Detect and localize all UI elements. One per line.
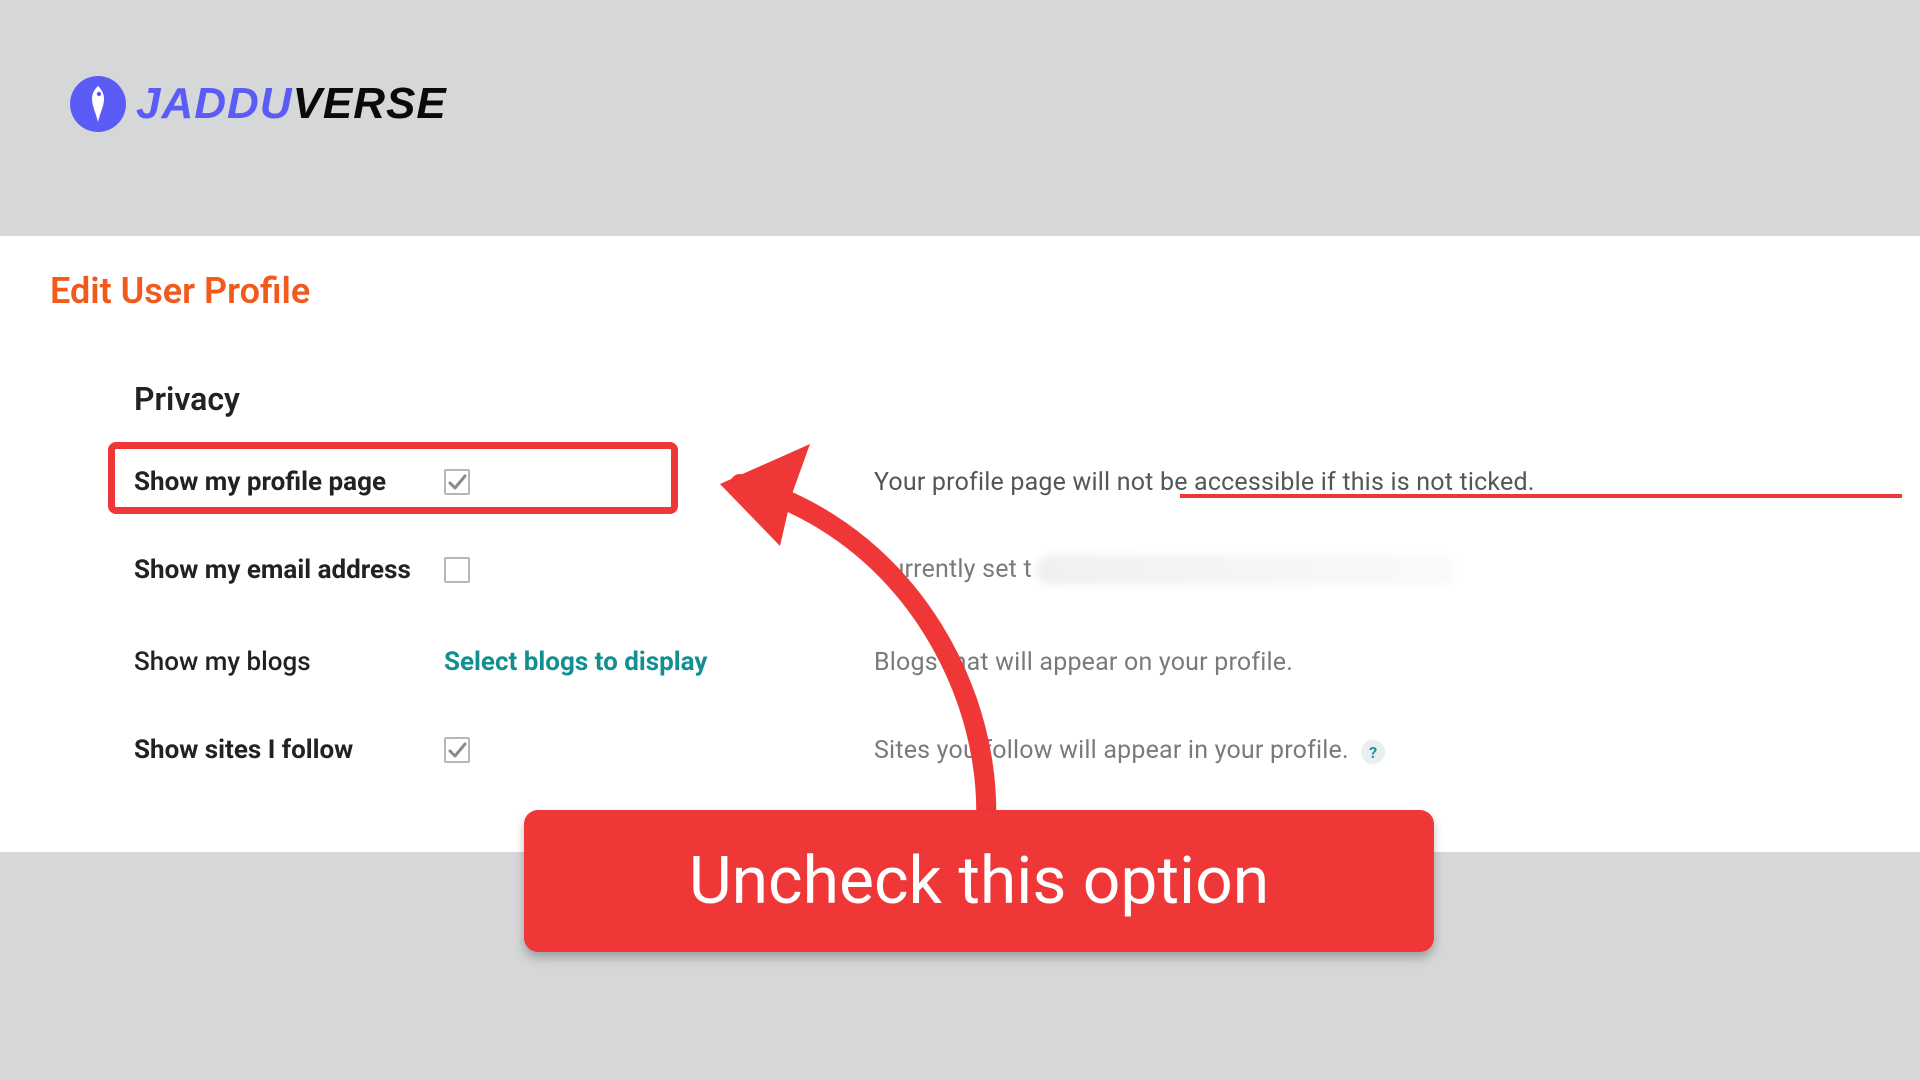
desc-show-blogs: Blogs that will appear on your profile. — [874, 648, 1880, 677]
annotation-underline — [1180, 494, 1902, 498]
page-title: Edit User Profile — [50, 270, 310, 312]
stage: JADDUVERSE Edit User Profile Privacy Sho… — [0, 0, 1920, 1080]
section-title-privacy: Privacy — [134, 380, 240, 418]
row-show-blogs: Show my blogs Select blogs to display Bl… — [134, 634, 1880, 690]
row-show-profile: Show my profile page Your profile page w… — [134, 454, 1880, 510]
brand-wordmark: JADDUVERSE — [136, 79, 447, 129]
label-show-profile: Show my profile page — [134, 467, 444, 497]
row-show-follow: Show sites I follow Sites you follow wil… — [134, 722, 1880, 778]
desc-show-follow-text: Sites you follow will appear in your pro… — [874, 736, 1349, 765]
control-show-follow — [444, 737, 874, 763]
link-select-blogs[interactable]: Select blogs to display — [444, 647, 707, 677]
label-show-follow: Show sites I follow — [134, 735, 444, 765]
brand-logo: JADDUVERSE — [70, 76, 447, 132]
help-icon[interactable]: ? — [1361, 740, 1385, 764]
checkbox-show-follow[interactable] — [444, 737, 470, 763]
checkbox-show-email[interactable] — [444, 557, 470, 583]
desc-show-email: Currently set t — [874, 555, 1880, 585]
row-show-email: Show my email address Currently set t — [134, 542, 1880, 598]
checkbox-show-profile[interactable] — [444, 469, 470, 495]
annotation-callout: Uncheck this option — [524, 810, 1434, 952]
desc-show-email-prefix: Currently set t — [874, 555, 1032, 584]
control-show-email — [444, 557, 874, 583]
settings-panel: Edit User Profile Privacy Show my profil… — [0, 236, 1920, 852]
control-show-blogs: Select blogs to display — [444, 647, 874, 677]
annotation-callout-text: Uncheck this option — [689, 843, 1269, 920]
label-show-email: Show my email address — [134, 555, 444, 585]
desc-show-follow: Sites you follow will appear in your pro… — [874, 736, 1880, 765]
redacted-email-blur — [1036, 555, 1456, 585]
brand-word-part1: JADDU — [136, 79, 293, 128]
brand-badge-icon — [70, 76, 126, 132]
desc-show-profile: Your profile page will not be accessible… — [874, 468, 1880, 497]
control-show-profile — [444, 469, 874, 495]
brand-word-part2: VERSE — [293, 79, 447, 128]
label-show-blogs: Show my blogs — [134, 647, 444, 677]
